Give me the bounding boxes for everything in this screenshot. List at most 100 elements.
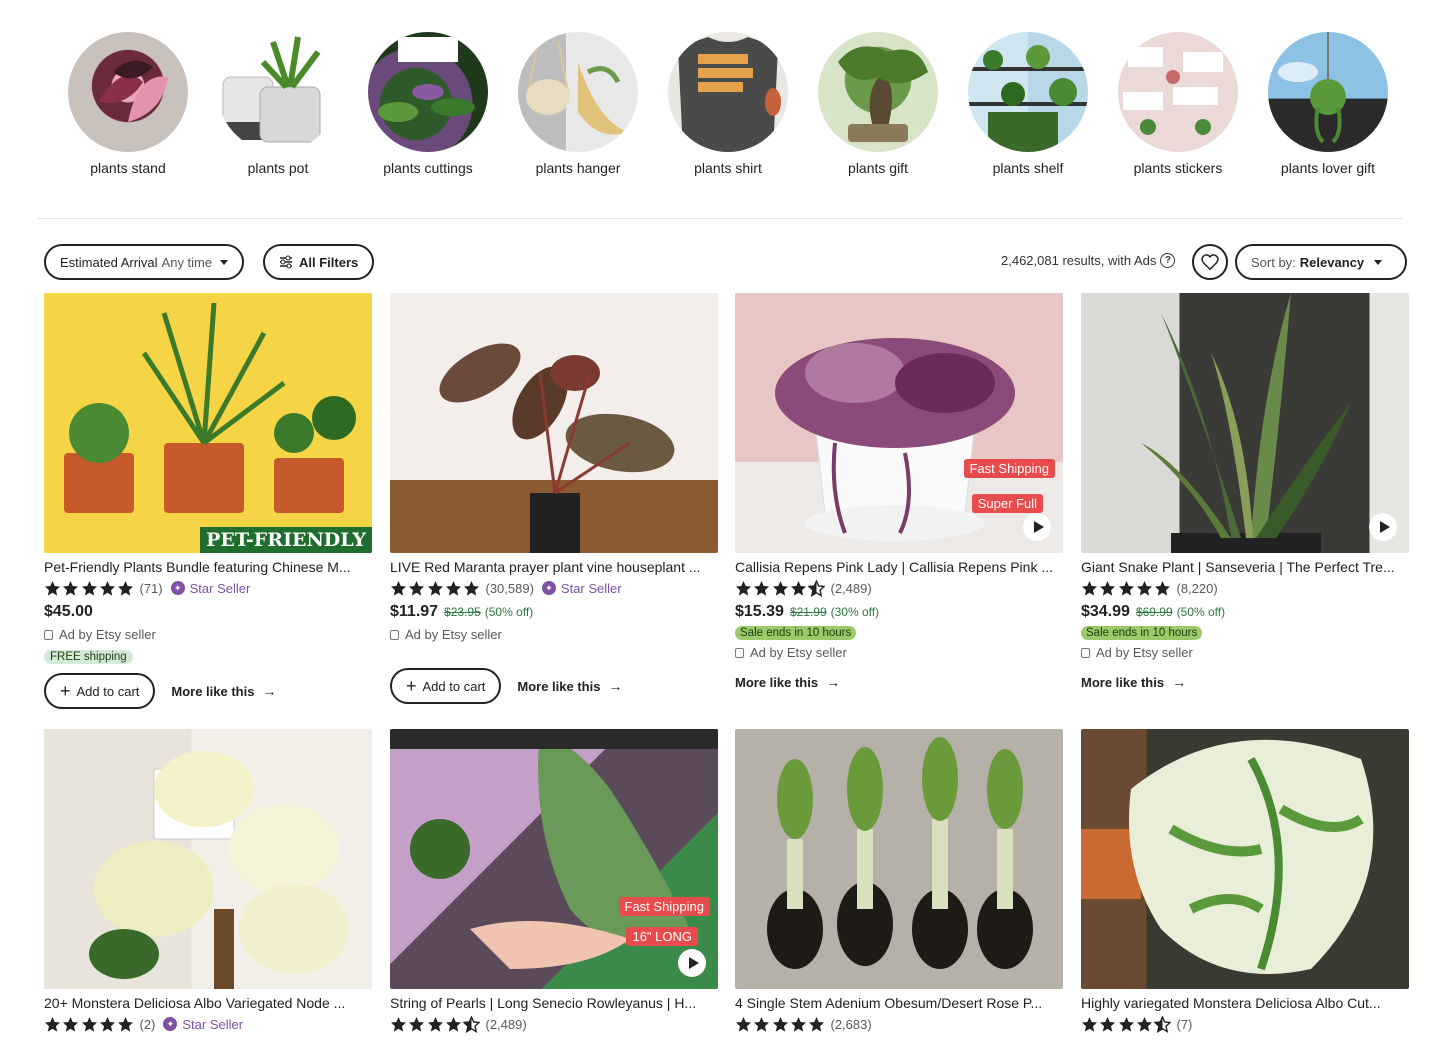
plus-icon: +: [406, 676, 417, 696]
plant-cuttings-icon: [378, 37, 475, 122]
results-text: 2,462,081 results, with Ads: [1001, 253, 1157, 268]
star-seller-badge: ✦ Star Seller: [541, 580, 622, 596]
star-icon: [464, 580, 480, 596]
star-icon: [1118, 580, 1134, 596]
ad-text: Ad by Etsy seller: [750, 645, 847, 660]
listing-image[interactable]: [390, 293, 718, 553]
star-icon: [736, 580, 751, 596]
listing-image[interactable]: [1081, 729, 1409, 989]
rating: (2,489): [390, 1015, 718, 1033]
play-video-button[interactable]: [1369, 513, 1397, 541]
review-count: (71): [139, 580, 163, 596]
star-icon: [391, 1016, 406, 1032]
star-icon: [790, 1016, 806, 1032]
star-seller-label: Star Seller: [560, 580, 622, 596]
category-plants-lover-gift[interactable]: plants lover gift: [1253, 32, 1403, 177]
star-icon: [81, 1016, 97, 1032]
category-plants-shirt[interactable]: plants shirt: [653, 32, 803, 177]
star-seller-label: Star Seller: [189, 580, 251, 596]
price-row: $11.97 $23.95 (50% off): [390, 603, 718, 623]
rating: (30,589) ✦ Star Seller: [390, 579, 718, 597]
ad-label: Ad by Etsy seller: [735, 645, 1063, 660]
discount: (50% off): [1176, 605, 1226, 619]
add-to-cart-label: Add to cart: [76, 683, 140, 699]
star-icon: [808, 579, 826, 597]
listing-photo: [1081, 739, 1374, 974]
star-icon: [1136, 1016, 1152, 1032]
help-icon[interactable]: ?: [1160, 253, 1176, 268]
category-plants-cuttings[interactable]: plants cuttings: [353, 32, 503, 177]
sale-badge: Sale ends in 10 hours: [1081, 626, 1203, 640]
listing-title[interactable]: Callisia Repens Pink Lady | Callisia Rep…: [735, 558, 1063, 576]
listing-title[interactable]: 20+ Monstera Deliciosa Albo Variegated N…: [44, 994, 372, 1012]
star-icon: [63, 1016, 79, 1032]
category-image: [518, 32, 638, 152]
category-label: plants stand: [90, 160, 166, 176]
listing-card: PET-FRIENDLY Pet-Friendly Plants Bundle …: [44, 293, 372, 709]
play-video-button[interactable]: [678, 949, 706, 977]
sale-badge: Sale ends in 10 hours: [735, 626, 857, 640]
play-video-button[interactable]: [1023, 513, 1051, 541]
ad-label: Ad by Etsy seller: [44, 627, 372, 642]
listing-image[interactable]: Fast Shipping Super Full: [735, 293, 1063, 553]
listing-photo: [89, 751, 349, 989]
listing-card: LIVE Red Maranta prayer plant vine house…: [390, 293, 718, 704]
ad-text: Ad by Etsy seller: [405, 627, 502, 642]
listing-image[interactable]: [44, 729, 372, 989]
category-plants-stand[interactable]: plants stand: [53, 32, 203, 177]
more-like-this-link[interactable]: More like this →: [171, 683, 276, 699]
card-actions: + Add to cart More like this →: [390, 668, 718, 704]
sort-dropdown[interactable]: Sort by: Relevancy: [1235, 244, 1407, 280]
listing-title[interactable]: 4 Single Stem Adenium Obesum/Desert Rose…: [735, 994, 1063, 1012]
original-price: $21.99: [789, 605, 827, 619]
category-plants-gift[interactable]: plants gift: [803, 32, 953, 177]
review-count: (2,489): [830, 580, 872, 596]
estimated-arrival-dropdown[interactable]: Estimated Arrival Any time: [44, 244, 245, 280]
listing-image[interactable]: [1081, 293, 1409, 553]
more-like-this-link[interactable]: More like this →: [1081, 674, 1186, 690]
listing-image[interactable]: Fast Shipping 16" LONG: [390, 729, 718, 989]
listing-title[interactable]: LIVE Red Maranta prayer plant vine house…: [390, 558, 718, 576]
card-actions: + Add to cart More like this →: [44, 673, 372, 709]
listing-title[interactable]: String of Pearls | Long Senecio Rowleyan…: [390, 994, 718, 1012]
heart-icon: [1201, 254, 1219, 270]
add-to-cart-button[interactable]: + Add to cart: [44, 673, 156, 709]
star-icon: [772, 1016, 788, 1032]
star-rating: [735, 579, 826, 597]
category-image: [68, 32, 188, 152]
add-to-cart-button[interactable]: + Add to cart: [390, 668, 502, 704]
star-rating: [1081, 1015, 1172, 1033]
more-like-this-link[interactable]: More like this →: [735, 674, 840, 690]
category-label: plants gift: [848, 160, 908, 176]
review-count: (8,220): [1176, 580, 1218, 596]
category-plants-shelf[interactable]: plants shelf: [953, 32, 1103, 177]
save-search-button[interactable]: [1192, 244, 1228, 280]
listing-title[interactable]: Pet-Friendly Plants Bundle featuring Chi…: [44, 558, 372, 576]
category-plants-hanger[interactable]: plants hanger: [503, 32, 653, 177]
listing-photo: [775, 338, 1015, 541]
listing-title[interactable]: Giant Snake Plant | Sanseveria | The Per…: [1081, 558, 1409, 576]
original-price: $23.95: [444, 605, 481, 619]
listing-photo: [1141, 293, 1351, 553]
star-icon: [736, 1016, 751, 1032]
listing-image[interactable]: PET-FRIENDLY: [44, 293, 372, 553]
star-icon: [445, 580, 461, 596]
rating: (2,683): [735, 1015, 1063, 1033]
listing-image[interactable]: [735, 729, 1063, 989]
add-to-cart-label: Add to cart: [422, 678, 486, 694]
all-filters-button[interactable]: All Filters: [263, 244, 375, 280]
star-icon: [99, 580, 115, 596]
more-like-label: More like this: [735, 674, 819, 690]
more-like-this-link[interactable]: More like this →: [517, 678, 622, 694]
review-count: (30,589): [485, 580, 534, 596]
length-tag: 16" LONG: [626, 927, 698, 946]
listing-title[interactable]: Highly variegated Monstera Deliciosa Alb…: [1081, 994, 1409, 1012]
plant-leaf-icon: [98, 60, 168, 122]
star-icon: [1082, 1016, 1097, 1032]
category-plants-pot[interactable]: plants pot: [203, 32, 353, 177]
ad-text: Ad by Etsy seller: [59, 627, 156, 642]
discount: (50% off): [484, 605, 534, 619]
sort-label: Sort by:: [1251, 254, 1296, 270]
listing-card: Highly variegated Monstera Deliciosa Alb…: [1081, 729, 1409, 1033]
category-plants-stickers[interactable]: plants stickers: [1103, 32, 1253, 177]
